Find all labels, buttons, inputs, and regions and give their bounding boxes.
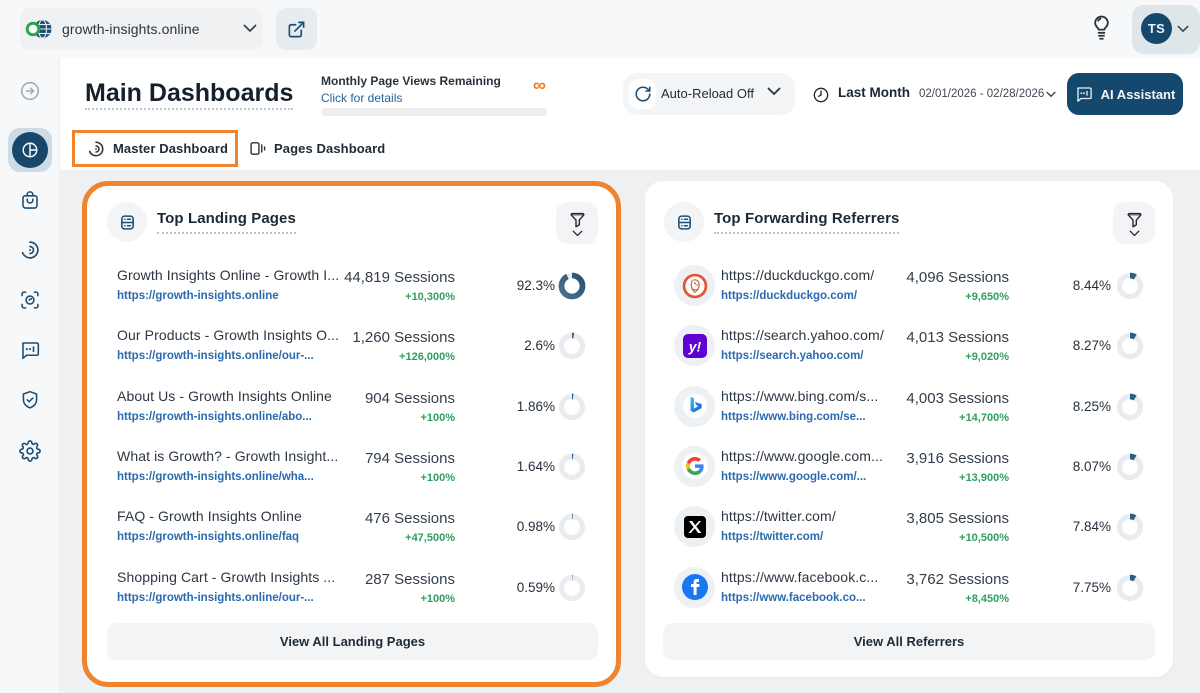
svg-text:y!: y!	[687, 338, 701, 354]
